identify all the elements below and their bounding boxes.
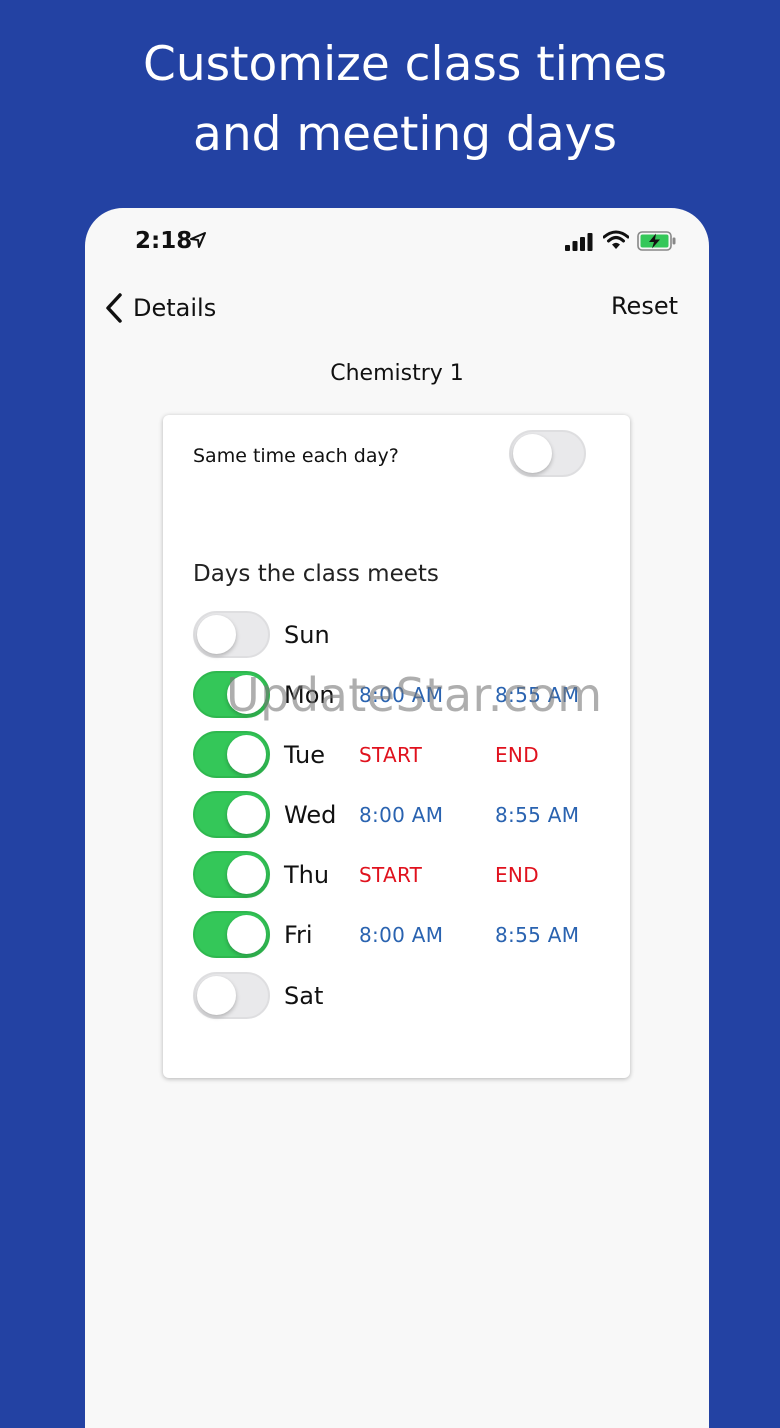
same-time-label: Same time each day? [193, 445, 399, 467]
toggle-knob [513, 434, 552, 473]
cellular-signal-icon [565, 233, 593, 251]
day-label-mon: Mon [284, 681, 335, 709]
end-time-tue[interactable]: END [495, 743, 539, 767]
toggle-knob [227, 675, 266, 714]
headline-line-2: and meeting days [193, 107, 617, 162]
day-toggle-thu[interactable] [193, 851, 270, 898]
end-time-thu[interactable]: END [495, 863, 539, 887]
page-title: Chemistry 1 [330, 361, 464, 386]
end-time-wed[interactable]: 8:55 AM [495, 803, 579, 827]
day-label-wed: Wed [284, 801, 337, 829]
location-arrow-icon [190, 232, 206, 248]
phone-screen: 2:18 Details Reset Chemistry 1 Same time… [85, 208, 709, 1428]
reset-button[interactable]: Reset [611, 292, 678, 320]
day-toggle-fri[interactable] [193, 911, 270, 958]
day-toggle-sun[interactable] [193, 611, 270, 658]
marketing-headline: Customize class times and meeting days [0, 30, 780, 170]
end-time-fri[interactable]: 8:55 AM [495, 923, 579, 947]
day-label-tue: Tue [284, 741, 325, 769]
day-toggle-tue[interactable] [193, 731, 270, 778]
wifi-icon [603, 230, 629, 249]
start-time-fri[interactable]: 8:00 AM [359, 923, 443, 947]
start-time-mon[interactable]: 8:00 AM [359, 683, 443, 707]
toggle-knob [197, 976, 236, 1015]
toggle-knob [227, 915, 266, 954]
end-time-mon[interactable]: 8:55 AM [495, 683, 579, 707]
start-time-tue[interactable]: START [359, 743, 422, 767]
chevron-left-icon [106, 293, 122, 323]
toggle-knob [227, 855, 266, 894]
day-label-sun: Sun [284, 621, 330, 649]
toggle-knob [227, 735, 266, 774]
day-toggle-mon[interactable] [193, 671, 270, 718]
start-time-thu[interactable]: START [359, 863, 422, 887]
class-schedule-card: Same time each day? Days the class meets… [163, 415, 630, 1078]
toggle-knob [197, 615, 236, 654]
day-label-sat: Sat [284, 982, 324, 1010]
status-time: 2:18 [135, 228, 193, 254]
back-button-label: Details [133, 294, 217, 322]
battery-charging-icon [637, 231, 676, 251]
day-label-fri: Fri [284, 921, 313, 949]
toggle-knob [227, 795, 266, 834]
start-time-wed[interactable]: 8:00 AM [359, 803, 443, 827]
day-label-thu: Thu [284, 861, 330, 889]
day-toggle-wed[interactable] [193, 791, 270, 838]
days-section-label: Days the class meets [193, 561, 439, 587]
back-button[interactable]: Details [103, 290, 216, 326]
day-toggle-sat[interactable] [193, 972, 270, 1019]
headline-line-1: Customize class times [143, 37, 667, 92]
same-time-toggle[interactable] [509, 430, 586, 477]
